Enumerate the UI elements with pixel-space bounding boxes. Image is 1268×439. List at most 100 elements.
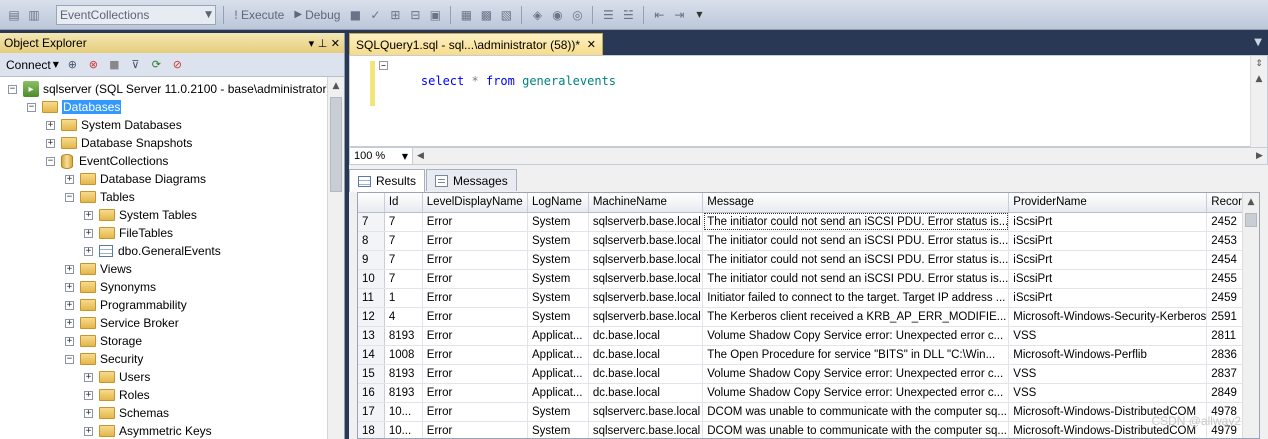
table-cell[interactable]: The initiator could not send an iSCSI PD… bbox=[702, 269, 1010, 289]
comment-lines-icon[interactable]: ☰ bbox=[600, 7, 616, 23]
table-cell[interactable]: Error bbox=[422, 250, 529, 270]
tree-node[interactable]: + Users bbox=[84, 368, 150, 386]
table-cell[interactable]: dc.base.local bbox=[588, 383, 704, 403]
row-number[interactable]: 15 bbox=[358, 364, 385, 384]
tree-node[interactable]: + Views bbox=[65, 260, 132, 278]
table-cell[interactable]: VSS bbox=[1008, 364, 1208, 384]
results-to-text-icon[interactable]: ▦ bbox=[458, 7, 474, 23]
collapse-icon[interactable]: − bbox=[46, 156, 55, 166]
tab-list-icon[interactable]: ▼ bbox=[1254, 37, 1262, 48]
table-cell[interactable]: 10... bbox=[384, 421, 423, 438]
expand-icon[interactable]: + bbox=[84, 210, 93, 220]
table-cell[interactable]: The Kerberos client received a KRB_AP_ER… bbox=[702, 307, 1010, 327]
connect-icon[interactable]: ⊕ bbox=[65, 57, 80, 72]
table-row[interactable]: 12 4 Error System sqlserverb.base.local The K… bbox=[358, 307, 1259, 327]
table-cell[interactable]: Error bbox=[422, 345, 529, 365]
tab-results[interactable]: Results bbox=[349, 169, 426, 192]
table-cell[interactable]: System bbox=[527, 307, 589, 327]
tree-node[interactable]: − ▸ sqlserver (SQL Server 11.0.2100 - base… bbox=[8, 80, 330, 98]
table-cell[interactable]: System bbox=[527, 421, 589, 438]
scroll-up-icon[interactable]: ▲ bbox=[1243, 193, 1259, 210]
tree-node[interactable]: + Schemas bbox=[84, 404, 169, 422]
table-cell[interactable]: Microsoft-Windows-Perflib bbox=[1008, 345, 1208, 365]
table-cell[interactable]: 10... bbox=[384, 402, 423, 422]
table-row[interactable]: 10 7 Error System sqlserverb.base.local The i… bbox=[358, 269, 1259, 289]
table-cell[interactable]: Microsoft-Windows-Security-Kerberos bbox=[1008, 307, 1208, 327]
table-row[interactable]: 13 8193 Error Applicat... dc.base.local Volum… bbox=[358, 326, 1259, 346]
table-cell[interactable]: Volume Shadow Copy Service error: Unexpe… bbox=[702, 364, 1010, 384]
table-cell[interactable]: 8193 bbox=[384, 364, 423, 384]
column-header[interactable]: MachineName bbox=[588, 193, 704, 213]
table-row[interactable]: 16 8193 Error Applicat... dc.base.local Volum… bbox=[358, 383, 1259, 403]
table-cell[interactable]: sqlserverc.base.local bbox=[588, 421, 704, 438]
table-cell[interactable]: dc.base.local bbox=[588, 345, 704, 365]
row-number[interactable]: 16 bbox=[358, 383, 385, 403]
decrease-indent-icon[interactable]: ⇤ bbox=[651, 7, 667, 23]
table-cell[interactable]: 8193 bbox=[384, 326, 423, 346]
tab-sqlquery1[interactable]: SQLQuery1.sql - sql...\administrator (58… bbox=[349, 33, 603, 55]
table-cell[interactable]: dc.base.local bbox=[588, 326, 704, 346]
table-cell[interactable]: iScsiPrt bbox=[1008, 212, 1208, 232]
table-cell[interactable]: Error bbox=[422, 269, 529, 289]
row-number[interactable]: 12 bbox=[358, 307, 385, 327]
include-plan-icon[interactable]: ◈ bbox=[529, 7, 545, 23]
client-stats-icon[interactable]: ◉ bbox=[549, 7, 565, 23]
table-cell[interactable]: Error bbox=[422, 307, 529, 327]
table-cell[interactable]: Error bbox=[422, 212, 529, 232]
column-header[interactable]: LogName bbox=[527, 193, 589, 213]
scrollbar-thumb[interactable] bbox=[330, 97, 342, 192]
expand-icon[interactable]: + bbox=[65, 300, 74, 310]
table-cell[interactable]: Error bbox=[422, 288, 529, 308]
table-cell[interactable]: The initiator could not send an iSCSI PD… bbox=[702, 231, 1010, 251]
row-number[interactable]: 8 bbox=[358, 231, 385, 251]
table-cell[interactable]: sqlserverb.base.local bbox=[588, 307, 704, 327]
table-cell[interactable]: Applicat... bbox=[527, 326, 589, 346]
row-number[interactable]: 17 bbox=[358, 402, 385, 422]
table-cell[interactable]: The initiator could not send an iSCSI PD… bbox=[702, 250, 1010, 270]
tree-node[interactable]: + Service Broker bbox=[65, 314, 179, 332]
table-cell[interactable]: Error bbox=[422, 421, 529, 438]
editor-scrollbar[interactable]: ⇕ ▲ bbox=[1250, 56, 1267, 148]
expand-icon[interactable]: + bbox=[84, 246, 93, 256]
expand-icon[interactable]: + bbox=[46, 138, 55, 148]
connect-button[interactable]: Connect ▼ bbox=[6, 58, 59, 72]
query-designer-icon[interactable]: ⊟ bbox=[407, 7, 423, 23]
tree-node[interactable]: − Tables bbox=[65, 188, 135, 206]
scroll-left-icon[interactable]: ◀ bbox=[413, 151, 428, 161]
table-cell[interactable]: The Open Procedure for service "BITS" in… bbox=[702, 345, 1010, 365]
table-cell[interactable]: 7 bbox=[384, 250, 423, 270]
collapse-icon[interactable]: − bbox=[379, 61, 388, 70]
expand-icon[interactable]: + bbox=[46, 120, 55, 130]
table-cell[interactable]: Error bbox=[422, 326, 529, 346]
comment-icon[interactable]: ▤ bbox=[6, 7, 22, 23]
expand-icon[interactable]: + bbox=[65, 336, 74, 346]
results-scrollbar[interactable]: ▲ bbox=[1242, 193, 1259, 438]
expand-icon[interactable]: + bbox=[84, 372, 93, 382]
tree-node[interactable]: + System Databases bbox=[46, 116, 182, 134]
scroll-up-icon[interactable]: ▲ bbox=[1251, 71, 1267, 86]
expand-icon[interactable]: + bbox=[84, 228, 93, 238]
table-cell[interactable]: Applicat... bbox=[527, 364, 589, 384]
tree-node[interactable]: − Security bbox=[65, 350, 143, 368]
table-cell[interactable]: 7 bbox=[384, 212, 423, 232]
table-cell[interactable]: sqlserverb.base.local bbox=[588, 250, 704, 270]
table-cell[interactable]: Error bbox=[422, 402, 529, 422]
table-cell[interactable]: 7 bbox=[384, 231, 423, 251]
table-cell[interactable]: VSS bbox=[1008, 383, 1208, 403]
stop-icon[interactable]: ■ bbox=[347, 7, 363, 23]
close-icon[interactable]: ✕ bbox=[587, 38, 596, 51]
table-row[interactable]: 18 10... Error System sqlserverc.base.local D… bbox=[358, 421, 1259, 438]
grid-corner[interactable] bbox=[358, 193, 385, 213]
column-header[interactable]: LevelDisplayName bbox=[422, 193, 529, 213]
activity-monitor-icon[interactable]: ⊘ bbox=[170, 57, 185, 72]
table-cell[interactable]: System bbox=[527, 288, 589, 308]
row-number[interactable]: 11 bbox=[358, 288, 385, 308]
table-cell[interactable]: DCOM was unable to communicate with the … bbox=[702, 402, 1010, 422]
expand-icon[interactable]: + bbox=[65, 282, 74, 292]
execute-button[interactable]: ! Execute bbox=[231, 8, 287, 22]
table-cell[interactable]: Applicat... bbox=[527, 383, 589, 403]
filter-icon[interactable]: ⊽ bbox=[128, 57, 143, 72]
column-header[interactable]: ProviderName bbox=[1008, 193, 1208, 213]
tree-node[interactable]: + Programmability bbox=[65, 296, 187, 314]
row-number[interactable]: 13 bbox=[358, 326, 385, 346]
